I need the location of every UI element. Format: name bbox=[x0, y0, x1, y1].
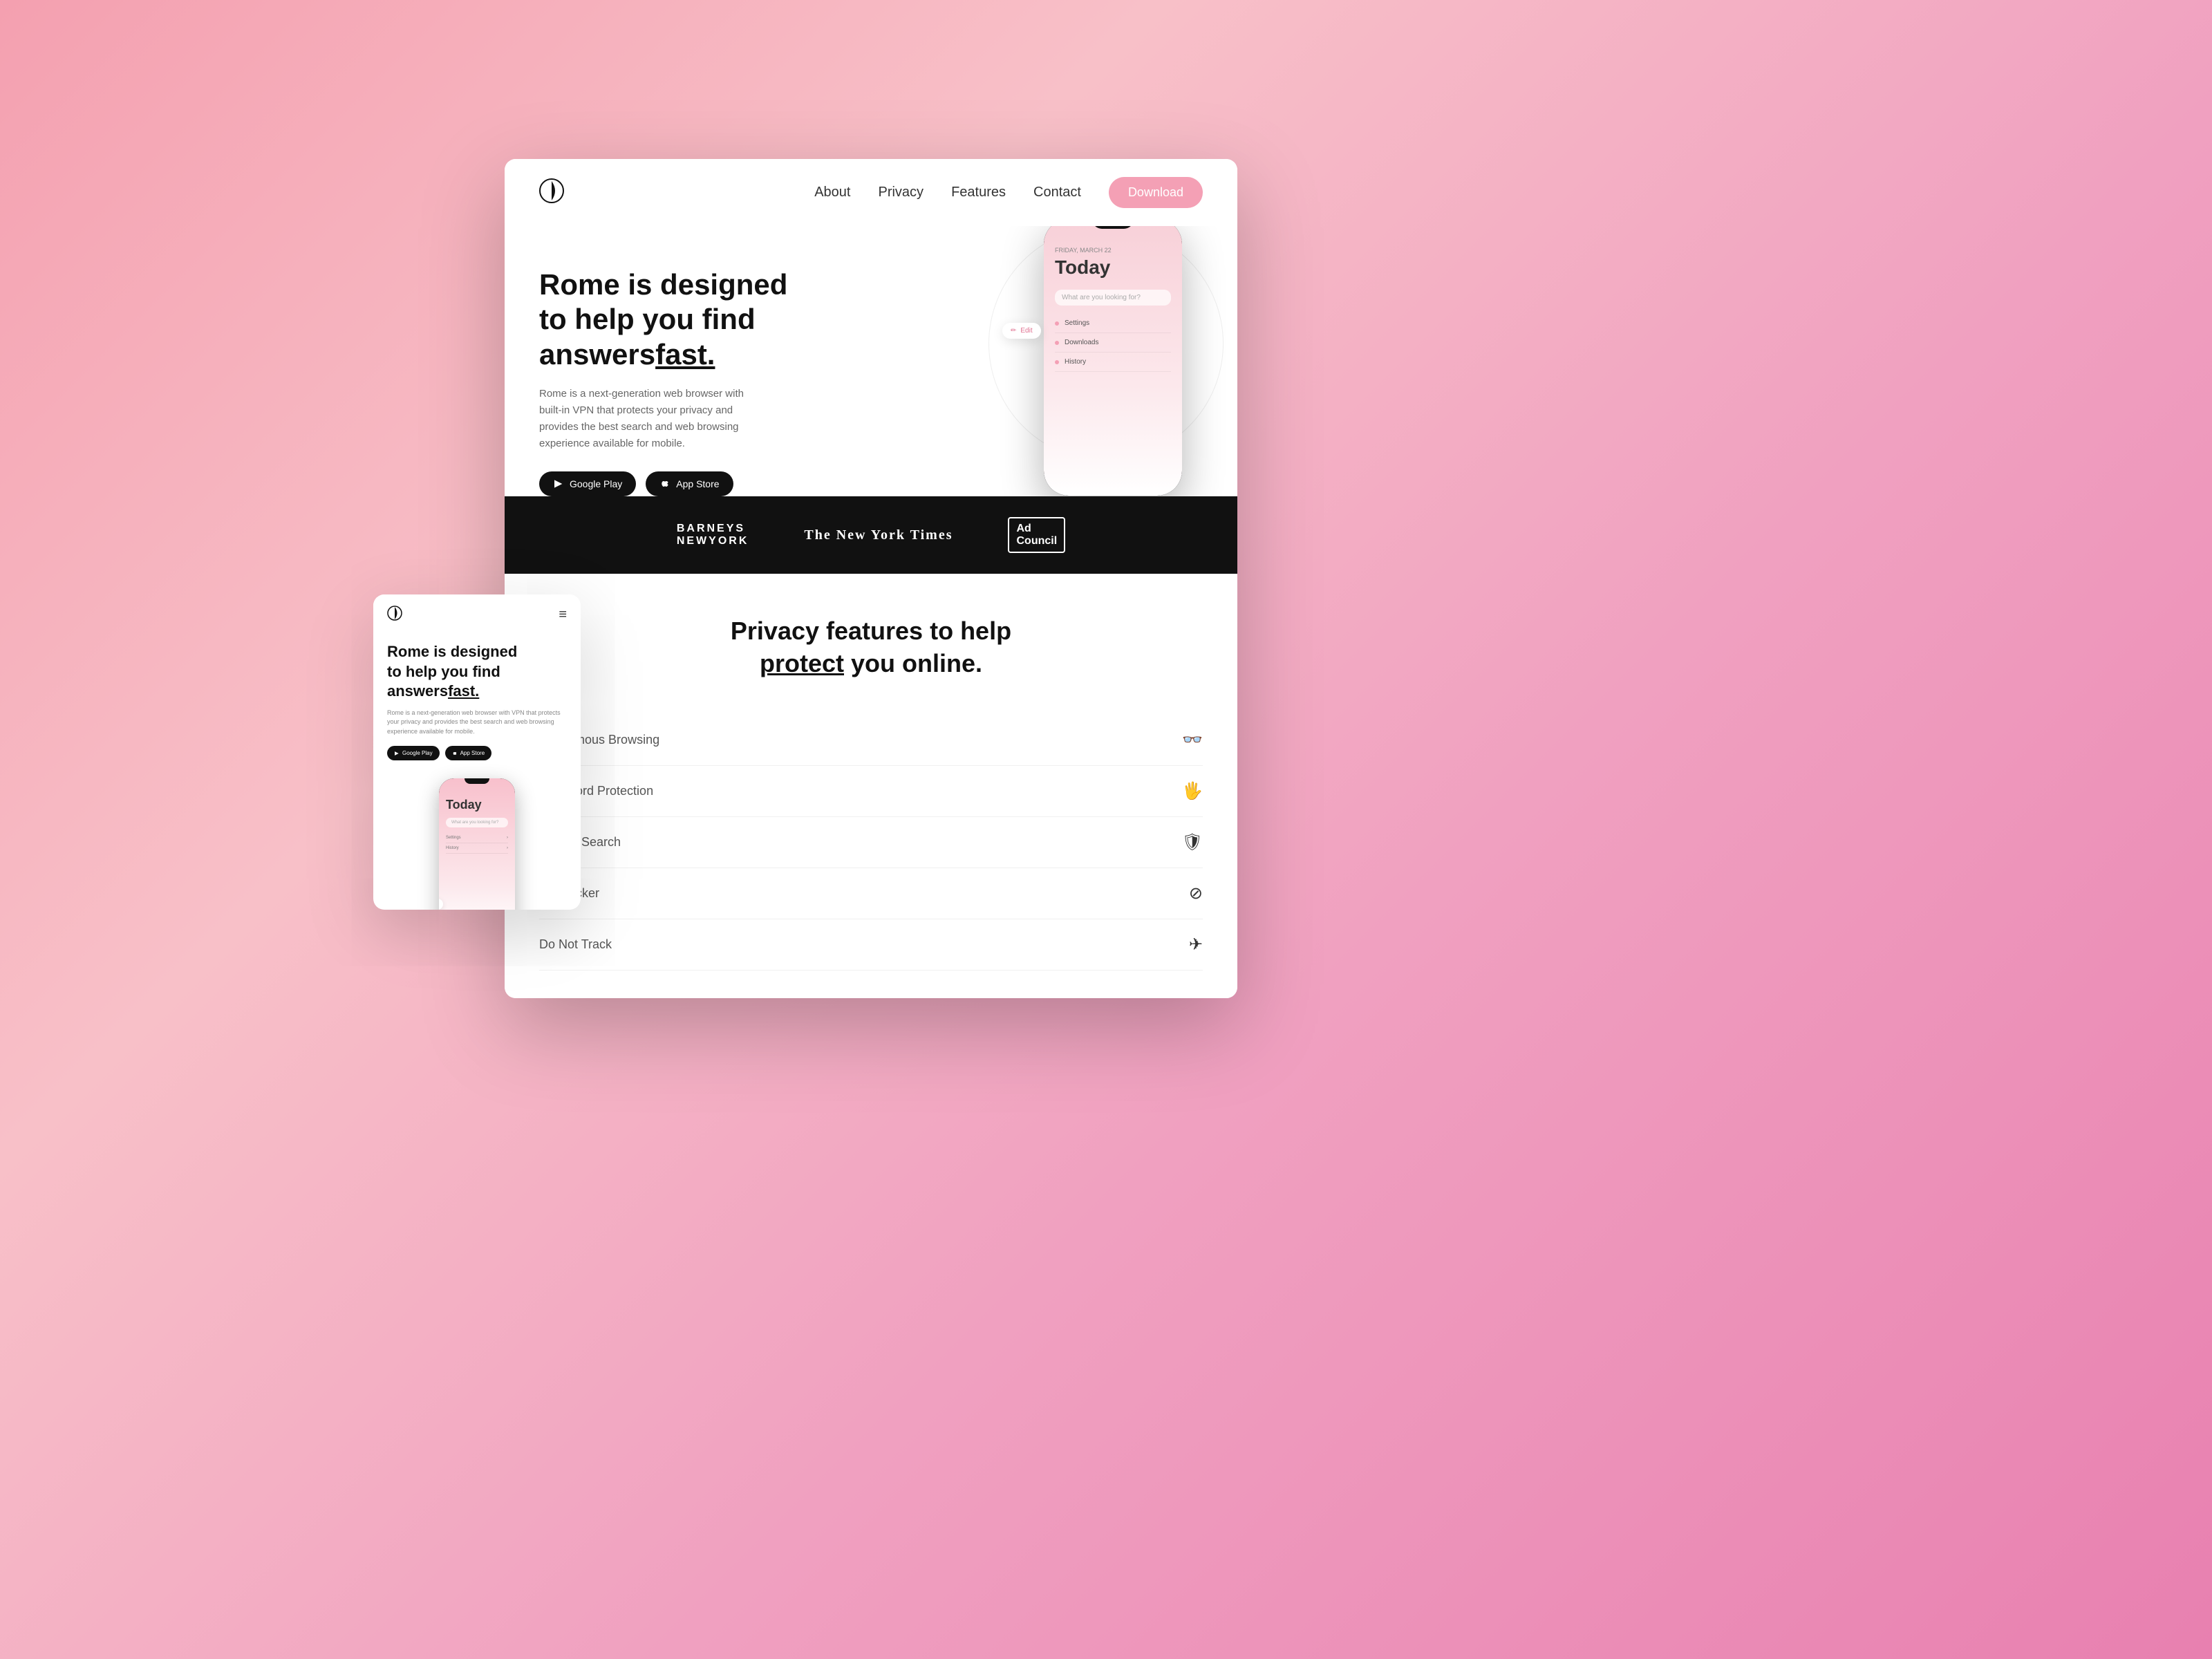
feature-anonymous-browsing: Anonymous Browsing 👓 bbox=[539, 715, 1203, 766]
private-search-icon: 🛡 bbox=[1182, 832, 1203, 852]
nav-contact[interactable]: Contact bbox=[1033, 185, 1081, 200]
mobile-hero-title: Rome is designed to help you find answer… bbox=[387, 642, 567, 702]
nav-links: About Privacy Features Contact Download bbox=[814, 177, 1203, 208]
nav-features[interactable]: Features bbox=[951, 185, 1006, 200]
phone-history-item: History bbox=[1055, 353, 1171, 372]
feature-do-not-track: Do Not Track ✈ bbox=[539, 919, 1203, 971]
ad-council-logo: AdCouncil bbox=[1008, 517, 1065, 553]
mobile-nav-logo[interactable] bbox=[387, 606, 402, 624]
anonymous-browsing-icon: 👓 bbox=[1182, 730, 1203, 750]
apple-icon bbox=[659, 478, 671, 489]
password-protection-icon: 🖐 bbox=[1182, 781, 1203, 801]
mobile-cta-buttons: Google Play App Store bbox=[387, 746, 567, 760]
main-browser-window: About Privacy Features Contact Download … bbox=[505, 159, 1237, 998]
mobile-google-play-button[interactable]: Google Play bbox=[387, 746, 440, 760]
feature-password-protection: Password Protection 🖐 bbox=[539, 766, 1203, 817]
do-not-track-icon: ✈ bbox=[1189, 935, 1203, 955]
google-play-icon bbox=[553, 478, 564, 489]
hero-description: Rome is a next-generation web browser wi… bbox=[539, 386, 747, 452]
phone-screen: FRIDAY, MARCH 22 Today What are you look… bbox=[1044, 226, 1182, 496]
phone-mockup: FRIDAY, MARCH 22 Today What are you look… bbox=[1044, 226, 1182, 496]
phone-today-label: Today bbox=[1055, 256, 1171, 279]
mobile-google-play-icon bbox=[394, 751, 400, 756]
mobile-apple-icon bbox=[452, 751, 458, 756]
mobile-today-label: Today bbox=[446, 798, 508, 812]
mobile-phone-notch bbox=[465, 778, 489, 784]
mobile-nav: ≡ bbox=[373, 594, 581, 635]
phone-downloads-item: Downloads bbox=[1055, 333, 1171, 353]
hero-content: Rome is designed to help you find answer… bbox=[539, 254, 788, 496]
feature-ad-blocker: Ad Blocker ⊘ bbox=[539, 868, 1203, 919]
mobile-browser-window: ≡ Rome is designed to help you find answ… bbox=[373, 594, 581, 910]
google-play-button[interactable]: Google Play bbox=[539, 471, 636, 496]
hero-title: Rome is designed to help you find answer… bbox=[539, 268, 788, 372]
privacy-title: Privacy features to help protect you onl… bbox=[539, 615, 1203, 680]
mobile-hero-section: Rome is designed to help you find answer… bbox=[373, 635, 581, 771]
privacy-section: Privacy features to help protect you onl… bbox=[505, 574, 1237, 998]
mobile-phone-screen: Today What are you looking for? Settings… bbox=[439, 778, 515, 910]
mobile-phone-mockup: Today What are you looking for? Settings… bbox=[439, 778, 515, 910]
nav-bar: About Privacy Features Contact Download bbox=[505, 159, 1237, 226]
hero-cta-buttons: Google Play App Store bbox=[539, 471, 788, 496]
phone-search-bar: What are you looking for? bbox=[1055, 290, 1171, 306]
nav-about[interactable]: About bbox=[814, 185, 850, 200]
phone-settings-item: Settings bbox=[1055, 314, 1171, 333]
nav-privacy[interactable]: Privacy bbox=[878, 185, 924, 200]
hero-section: Rome is designed to help you find answer… bbox=[505, 226, 1237, 496]
mobile-phone-container: Today What are you looking for? Settings… bbox=[373, 771, 581, 910]
mobile-search-bar: What are you looking for? bbox=[446, 818, 508, 827]
ad-blocker-icon: ⊘ bbox=[1189, 883, 1203, 903]
hero-phone-container: FRIDAY, MARCH 22 Today What are you look… bbox=[975, 226, 1210, 496]
mobile-menu-settings: Settings › bbox=[446, 833, 508, 843]
phone-date: FRIDAY, MARCH 22 bbox=[1055, 247, 1171, 254]
mobile-app-store-button[interactable]: App Store bbox=[445, 746, 492, 760]
feature-private-search: Private Search 🛡 bbox=[539, 817, 1203, 868]
hamburger-menu[interactable]: ≡ bbox=[559, 607, 567, 623]
nav-download-button[interactable]: Download bbox=[1109, 177, 1203, 208]
nyt-logo: The New York Times bbox=[804, 527, 953, 543]
barneys-logo: BARNEYSNEWYORK bbox=[677, 523, 749, 547]
nav-logo[interactable] bbox=[539, 178, 564, 207]
edit-bubble: ✏ Edit bbox=[1002, 323, 1041, 339]
mobile-hero-description: Rome is a next-generation web browser wi… bbox=[387, 709, 567, 737]
app-store-button[interactable]: App Store bbox=[646, 471, 733, 496]
press-bar: BARNEYSNEWYORK The New York Times AdCoun… bbox=[505, 496, 1237, 574]
mobile-menu-history: History › bbox=[446, 843, 508, 854]
